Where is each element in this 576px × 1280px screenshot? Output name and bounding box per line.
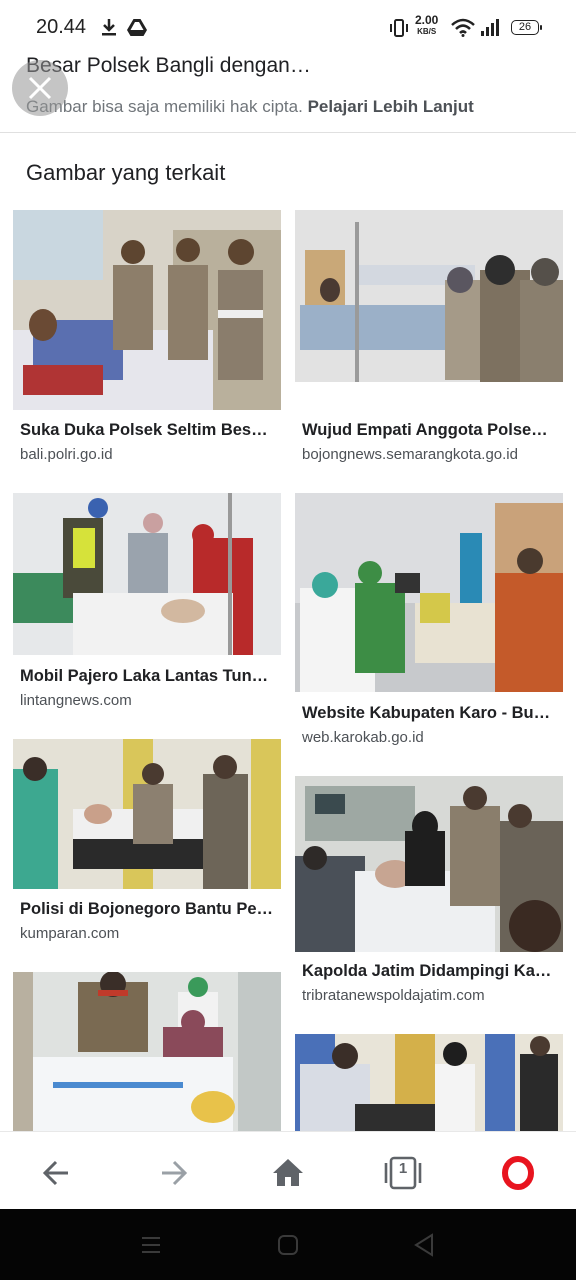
related-image-card[interactable]: Mobil Pajero Laka Lantas Tun… lintangnew… [13, 493, 281, 718]
related-image-thumbnail[interactable] [295, 493, 563, 692]
related-image-thumbnail[interactable] [13, 972, 281, 1131]
related-image-card[interactable]: Polisi di Bojonegoro Bantu Pe… kumparan.… [13, 739, 281, 949]
forward-button[interactable] [150, 1151, 194, 1195]
related-image-thumbnail[interactable] [13, 493, 281, 655]
related-image-card[interactable] [295, 1034, 563, 1131]
vibrate-icon [390, 19, 408, 37]
status-bar: 20.44 2.00 KB/S 26 [0, 0, 576, 50]
related-image-title[interactable]: Website Kabupaten Karo - Bu… [302, 704, 558, 723]
related-image-card[interactable]: Wujud Empati Anggota Polse… bojongnews.s… [295, 210, 563, 470]
related-image-source: bali.polri.go.id [20, 446, 113, 463]
back-button[interactable] [36, 1151, 80, 1195]
tab-count: 1 [398, 1160, 408, 1177]
related-image-source: tribratanewspoldajatim.com [302, 987, 485, 1004]
related-image-title[interactable]: Polisi di Bojonegoro Bantu Pe… [20, 900, 276, 919]
google-drive-icon [127, 19, 147, 36]
related-image-title[interactable]: Mobil Pajero Laka Lantas Tun… [20, 667, 276, 686]
wifi-icon [451, 18, 475, 37]
related-image-source: lintangnews.com [20, 692, 132, 709]
related-image-title[interactable]: Suka Duka Polsek Seltim Bes… [20, 421, 276, 440]
browser-toolbar: 1 [0, 1131, 576, 1209]
related-image-thumbnail[interactable] [295, 210, 563, 382]
related-image-thumbnail[interactable] [295, 1034, 563, 1131]
signal-icon [481, 19, 499, 36]
recent-apps-icon[interactable] [140, 1235, 162, 1255]
related-image-thumbnail[interactable] [13, 210, 281, 410]
opera-logo-icon [502, 1156, 534, 1190]
home-button[interactable] [266, 1151, 310, 1195]
opera-menu-button[interactable] [496, 1151, 540, 1195]
related-image-card[interactable] [13, 972, 281, 1131]
copyright-text: Gambar bisa saja memiliki hak cipta. [26, 97, 303, 116]
system-home-icon[interactable] [277, 1234, 299, 1256]
system-back-icon[interactable] [413, 1233, 435, 1257]
arrow-left-icon [42, 1160, 68, 1186]
arrow-right-icon [162, 1160, 188, 1186]
related-image-card[interactable]: Website Kabupaten Karo - Bu… web.karokab… [295, 493, 563, 753]
home-icon [273, 1159, 303, 1186]
network-speed: 2.00 KB/S [415, 13, 439, 37]
tabs-button[interactable]: 1 [381, 1151, 425, 1195]
battery-icon: 26 [511, 20, 542, 35]
copyright-notice: Gambar bisa saja memiliki hak cipta. Pel… [26, 97, 474, 117]
image-title[interactable]: Besar Polsek Bangli dengan… [26, 54, 311, 78]
close-icon [28, 76, 52, 100]
related-image-source: bojongnews.semarangkota.go.id [302, 446, 518, 463]
related-image-thumbnail[interactable] [13, 739, 281, 889]
related-image-card[interactable]: Suka Duka Polsek Seltim Bes… bali.polri.… [13, 210, 281, 470]
related-image-thumbnail[interactable] [295, 776, 563, 952]
status-time: 20.44 [36, 16, 87, 38]
close-button[interactable] [12, 60, 68, 116]
related-image-source: web.karokab.go.id [302, 729, 424, 746]
image-viewer-header: Besar Polsek Bangli dengan… Gambar bisa … [0, 50, 576, 133]
system-navigation-bar [0, 1209, 576, 1280]
related-image-title[interactable]: Wujud Empati Anggota Polse… [302, 421, 558, 440]
download-icon [102, 19, 116, 36]
network-speed-unit: KB/S [417, 27, 437, 36]
network-speed-value: 2.00 [415, 13, 439, 27]
related-images-heading: Gambar yang terkait [26, 160, 226, 185]
related-image-source: kumparan.com [20, 925, 120, 942]
related-image-card[interactable]: Kapolda Jatim Didampingi Ka… tribratanew… [295, 776, 563, 1011]
learn-more-link[interactable]: Pelajari Lebih Lanjut [308, 97, 474, 116]
related-image-title[interactable]: Kapolda Jatim Didampingi Ka… [302, 962, 558, 981]
